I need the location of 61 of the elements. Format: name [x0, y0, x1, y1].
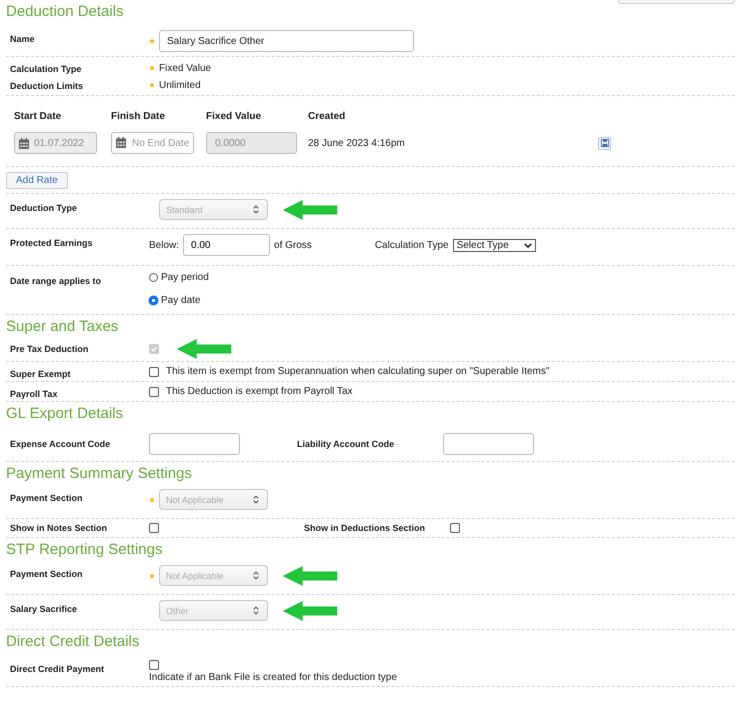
checkbox[interactable] — [149, 523, 159, 533]
field-label: Payroll Tax — [10, 388, 58, 399]
chevron-icon — [253, 571, 259, 580]
chevron-icon — [253, 205, 259, 214]
save-icon[interactable] — [598, 136, 611, 150]
field-label: Show in Notes Section — [10, 523, 108, 533]
field-label: Payment Section — [10, 568, 84, 579]
section-title: Super and Taxes — [6, 317, 118, 337]
field-label: Below: — [149, 240, 180, 250]
radio-button[interactable] — [149, 273, 158, 282]
calendar-icon — [116, 137, 126, 148]
field-value: Fixed Value — [159, 62, 212, 74]
column-header: Fixed Value — [206, 110, 262, 122]
column-header: Finish Date — [111, 110, 166, 122]
checkbox[interactable] — [149, 386, 159, 396]
field-label: Direct Credit Payment — [10, 663, 106, 674]
checkbox-text: Indicate if an Bank File is created for this deduction type — [149, 672, 397, 683]
field-label: Calculation Type — [374, 240, 449, 250]
field-label: Salary Sacrifice — [10, 603, 78, 614]
field-label: Liability Account Code — [297, 439, 396, 449]
field-label: Protected Earnings — [10, 237, 94, 248]
calendar-icon — [19, 138, 29, 148]
section-title: Direct Credit Details — [6, 632, 140, 652]
field-value: Unlimited — [159, 80, 201, 90]
field-label: Deduction Type — [10, 202, 78, 213]
radio-label: Pay period — [161, 272, 209, 283]
field-label: Pre Tax Deduction — [10, 343, 90, 354]
account-code-field[interactable] — [443, 433, 534, 455]
column-header: Start Date — [14, 110, 62, 122]
account-code-field[interactable] — [149, 433, 240, 455]
field-label: Deduction Limits — [10, 80, 84, 91]
field-label: Payment Section — [10, 492, 84, 503]
field-label: Name — [10, 33, 36, 44]
checkbox-text: This item is exempt from Superannuation when calculating super on "Superable Items" — [166, 366, 550, 377]
field-label: Super Exempt — [10, 368, 72, 379]
checkbox[interactable] — [149, 366, 159, 376]
column-header: Created — [308, 110, 346, 122]
start-date-field[interactable]: 01.07.2022 — [14, 132, 97, 154]
checkbox-text: This Deduction is exempt from Payroll Tax — [166, 386, 353, 397]
finish-date-field[interactable]: No End Date — [111, 132, 194, 154]
section-title: GL Export Details — [6, 404, 123, 424]
checkbox[interactable] — [149, 660, 159, 670]
name-field[interactable]: Salary Sacrifice Other — [159, 30, 414, 52]
add-rate-button[interactable]: Add Rate — [6, 172, 68, 189]
chevron-icon — [253, 495, 259, 504]
created-date: 28 June 2023 4:16pm — [308, 138, 406, 148]
field-label: Expense Account Code — [10, 439, 112, 449]
radio-label: Pay date — [161, 295, 200, 306]
field-label: Date range applies to — [10, 275, 102, 286]
field-label: Show in Deductions Section — [304, 523, 426, 533]
below-field[interactable]: 0.00 — [183, 234, 270, 256]
suffix-text: of Gross — [274, 240, 312, 250]
section-title: STP Reporting Settings — [6, 540, 162, 560]
checkbox[interactable] — [450, 523, 460, 533]
calculation-type-select[interactable]: Select Type — [452, 238, 536, 252]
radio-button[interactable] — [149, 296, 158, 305]
section-title: Deduction Details — [6, 2, 124, 22]
field-label: Calculation Type — [10, 63, 82, 74]
chevron-icon — [253, 606, 259, 615]
section-title: Payment Summary Settings — [6, 464, 192, 484]
caret-icon — [524, 242, 532, 248]
